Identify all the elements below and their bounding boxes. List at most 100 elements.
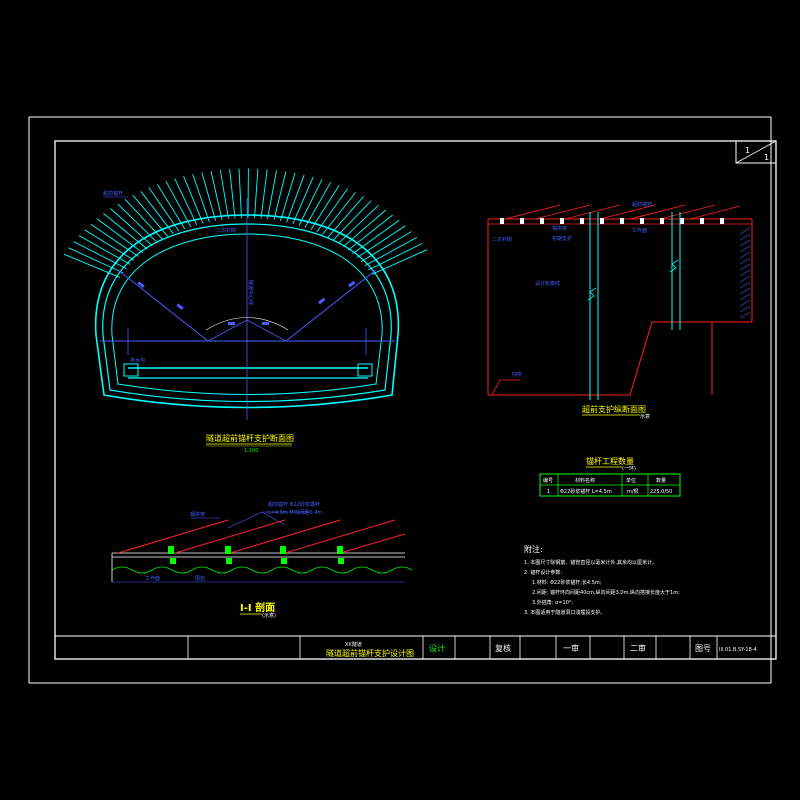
rock-profile [111, 566, 413, 574]
anchor-rod-line [347, 214, 393, 251]
label-check1: 一审 [563, 643, 579, 653]
face-hatch-line [739, 263, 751, 271]
anchor-rod-line [338, 204, 379, 244]
longitudinal-section: 钢拱架 初期支护 二次衬砌 超前锚杆 工作面 设计轮廓线 仰拱 超前支护纵断面图… [487, 201, 753, 420]
face-hatch-line [739, 257, 751, 265]
anchor-rod-line [229, 169, 236, 219]
anchor-rod-line [132, 194, 169, 237]
table-header-no: 编号 [543, 477, 553, 484]
anchor-rod-line [343, 209, 387, 248]
anchor-rod-line [279, 172, 296, 222]
anchor-rod-line [273, 171, 287, 221]
anchor-rod-line [84, 229, 135, 261]
sheet-index: 1 [745, 146, 750, 155]
face-hatch-line [739, 251, 751, 259]
table-cell-qty: 225.0/50 [650, 489, 672, 495]
face-hatch-line [739, 269, 751, 277]
anchor-rod-line [219, 169, 229, 219]
tunnel-section-scale: 1:100 [244, 448, 258, 454]
anchor-rod-line [286, 174, 305, 223]
anchor-rod-line [183, 176, 204, 224]
table-subtitle: (一环) [622, 466, 636, 472]
drawing-name: 隧道超前锚杆支护设计图 [326, 648, 414, 658]
anchor-rod-line [356, 225, 406, 258]
anchor-rod-line [352, 219, 400, 255]
drawing-canvas: 1 1 超前锚杆 二次衬砌 排水沟 隧道中心线 隧道超前锚杆支护断面图 1:10… [28, 116, 777, 684]
face-hatch-line [739, 239, 751, 247]
face-hatch-line [739, 227, 751, 235]
anchor-rod-line [360, 231, 412, 262]
anchor-rod-line [254, 168, 259, 219]
anchor-rod-fan [63, 168, 428, 278]
anchor-rod-line [371, 249, 428, 275]
table-header-material: 材料名称 [575, 477, 595, 484]
anchor-rod-line [327, 196, 364, 238]
label-anchor-rod: 超前锚杆 [103, 190, 123, 197]
anchor-rod-line [117, 203, 158, 243]
label-ditch: 排水沟 [130, 357, 145, 364]
longitudinal-rods [504, 204, 741, 220]
quantity-table: 锚杆工程数量 (一环) 编号 材料名称 单位 数量 1 Φ22砂浆锚杆 L=4.… [539, 456, 681, 497]
radius-line-left [117, 269, 209, 342]
label-secondary-lining: 二次衬砌 [216, 227, 236, 234]
label-secondary-lining-long: 二次衬砌 [492, 236, 512, 243]
section-scale: (示意) [262, 612, 276, 619]
profile-work-face: 工作面 [145, 575, 160, 582]
table-header-unit: 单位 [626, 477, 636, 484]
face-hatch-line [739, 245, 751, 253]
anchor-rod-line [192, 173, 210, 222]
drawing-number: III.01.B.SY-18-4 [719, 647, 757, 653]
face-hatch-line [739, 287, 751, 295]
anchor-rod-line [103, 213, 148, 250]
table-cell-unit: m/根 [627, 488, 639, 495]
anchor-rod-line [201, 172, 217, 221]
profile-note-1: 超前锚杆 Φ22砂浆锚杆 [268, 501, 320, 508]
anchor-rod-line [110, 208, 153, 247]
anchor-rod-line [238, 168, 242, 219]
left-ditch [123, 363, 139, 377]
anchor-rod-line [260, 169, 268, 219]
project-name: XX隧道 [345, 641, 362, 648]
dimension-markers [137, 280, 356, 325]
note-2c: 3.外插角: α=10°; [532, 599, 573, 606]
profile-arch-label: 钢拱架 [190, 511, 205, 518]
label-review: 复核 [495, 643, 511, 653]
rock-face-hatch [739, 227, 751, 319]
note-2: 2. 锚杆设计参数: [524, 569, 562, 576]
anchor-rod-line [63, 253, 121, 278]
sheet-number-box: 1 1 [735, 140, 777, 164]
label-anchor-rod-long: 超前锚杆 [632, 201, 652, 208]
profile-rock-label: 围岩 [195, 575, 205, 582]
label-steel-arch: 钢拱架 [552, 225, 567, 232]
notes-block: 附注: 1. 本图尺寸除钢筋、锚管直径以毫米计外,其余均以厘米计。 2. 锚杆设… [524, 544, 680, 616]
note-2a: 1.材料: Φ22砂浆锚杆,长4.5m; [532, 579, 602, 586]
radius-line-left-b [207, 319, 248, 342]
anchor-rod-line [68, 247, 124, 274]
anchor-rod-line [96, 218, 143, 254]
anchor-rod-line [78, 235, 131, 265]
face-hatch-line [739, 233, 751, 241]
anchor-rod-line [90, 223, 139, 257]
longitudinal-title: 超前支护纵断面图 [582, 404, 646, 414]
label-design: 设计 [429, 643, 445, 653]
profile-rods [117, 519, 406, 554]
notes-heading: 附注: [524, 544, 543, 554]
face-hatch-line [739, 311, 751, 319]
note-2b: 2.间距: 锚杆环向间距40cm,纵向间距3.0m,纵向搭接长度大于1m; [532, 589, 680, 596]
label-check2: 二审 [630, 643, 646, 653]
longitudinal-scale: 示意 [640, 413, 650, 420]
right-ditch [357, 363, 373, 377]
anchor-rod-line [73, 241, 127, 270]
table-header-qty: 数量 [656, 477, 666, 484]
table-cell-material: Φ22砂浆锚杆 L=4.5m [560, 488, 612, 495]
face-hatch-line [739, 305, 751, 313]
face-hatch-line [739, 275, 751, 283]
profile-section: 超前锚杆 Φ22砂浆锚杆 L=4.5m 环向间距0.4m 钢拱架 工作面 围岩 … [111, 501, 413, 619]
tunnel-cross-section: 超前锚杆 二次衬砌 排水沟 隧道中心线 隧道超前锚杆支护断面图 1:100 [63, 168, 428, 454]
label-work-face: 工作面 [632, 227, 647, 234]
tunnel-section-title: 隧道超前锚杆支护断面图 [206, 433, 294, 443]
anchor-rod-line [267, 170, 278, 220]
anchor-rod-line [210, 170, 223, 220]
label-invert: 仰拱 [512, 371, 522, 378]
anchor-rod-line [332, 200, 372, 241]
